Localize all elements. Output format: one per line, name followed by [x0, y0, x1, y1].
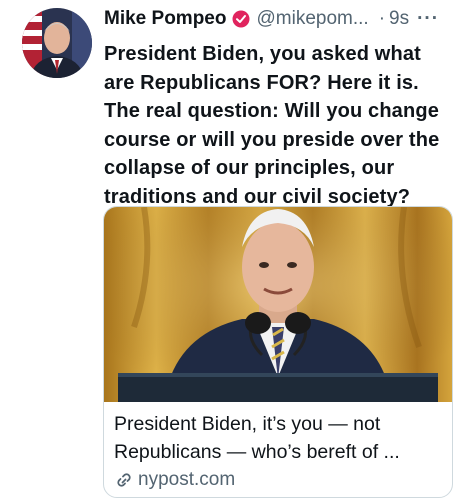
author-name[interactable]: Mike Pompeo: [104, 8, 226, 30]
tweet-timestamp[interactable]: 9s: [389, 8, 409, 30]
card-domain-row: nypost.com: [114, 466, 446, 494]
more-dots-icon[interactable]: ···: [417, 8, 439, 30]
card-title-line-1: President Biden, it’s you — not: [114, 413, 381, 435]
tweet[interactable]: Mike Pompeo @mikepom... · 9s ··· Preside…: [0, 0, 474, 500]
tweet-text: President Biden, you asked what are Repu…: [104, 43, 440, 208]
verified-badge-icon: [232, 10, 250, 28]
tweet-header: Mike Pompeo @mikepom... · 9s ···: [104, 6, 462, 32]
author-handle[interactable]: @mikepom...: [256, 8, 368, 30]
card-image: [104, 207, 452, 402]
author-avatar[interactable]: [22, 8, 92, 78]
card-domain[interactable]: nypost.com: [138, 466, 235, 494]
link-preview-card[interactable]: President Biden, it’s you — not Republic…: [103, 206, 453, 498]
card-text: President Biden, it’s you — not Republic…: [114, 410, 446, 494]
separator-dot: ·: [378, 8, 386, 29]
link-icon: [114, 470, 134, 490]
card-title-line-2: Republicans — who’s bereft of ...: [114, 441, 400, 463]
